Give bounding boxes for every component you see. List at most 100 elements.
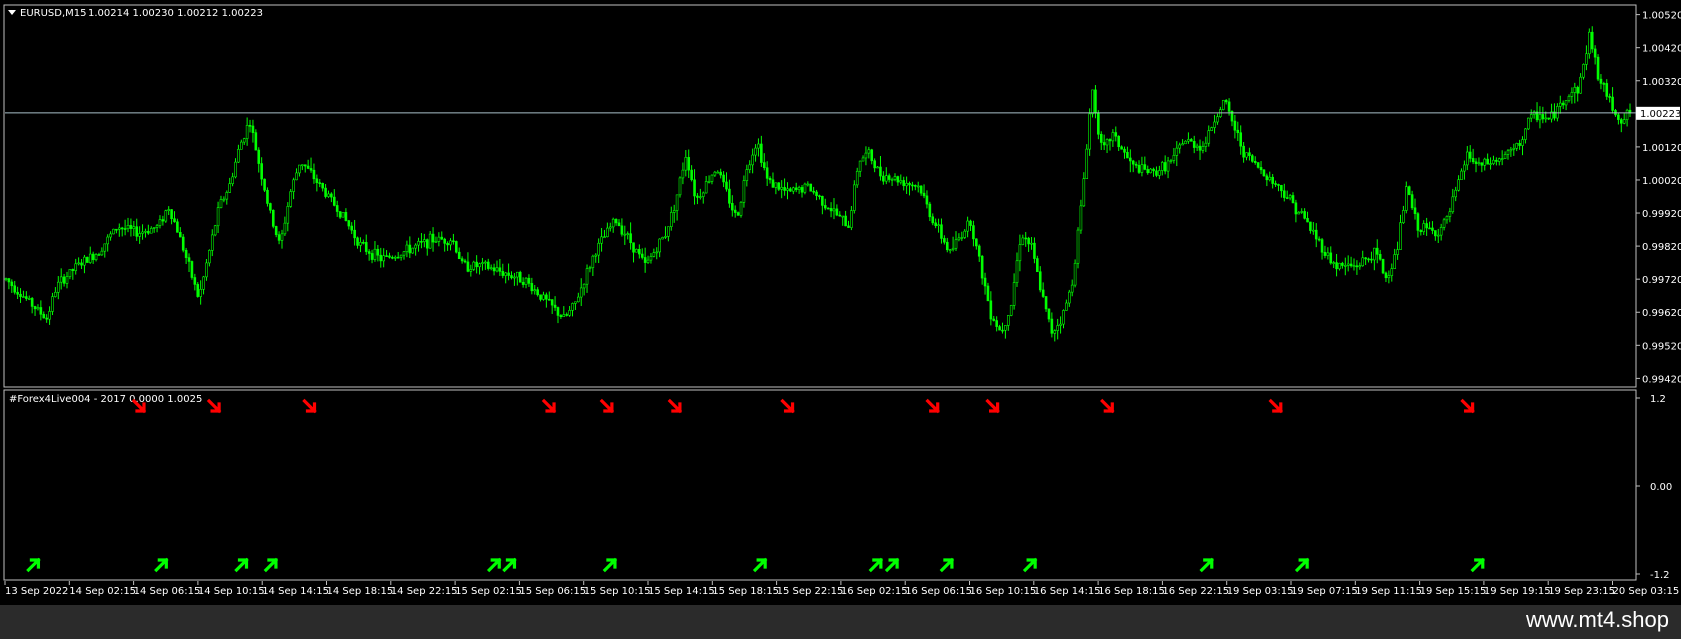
price-tick-label: 0.99820 [1642,242,1681,253]
candle-body [733,209,737,213]
candle-body [768,178,772,181]
candle-body [1527,117,1530,130]
candle-body [661,237,664,240]
candle-body [455,241,458,253]
candle-body [1181,143,1184,146]
candle-body [550,299,554,306]
candle-body [812,190,815,193]
candle-body [597,242,600,256]
time-tick-label: 15 Sep 14:15 [648,586,715,597]
candle-body [1166,160,1170,172]
candle-body [501,271,505,276]
candle-body [1558,102,1562,107]
candle-body [1097,112,1100,135]
candle-body [248,125,252,127]
candle-body [1152,168,1155,172]
candle-body [489,267,493,270]
candle-body [39,307,43,315]
candle-body [853,184,856,211]
time-tick-label: 19 Sep 19:15 [1484,586,1551,597]
candle-body [449,240,452,246]
candle-body [109,233,112,238]
candle-body [890,179,894,181]
candle-body [1451,196,1455,213]
candle-body [1227,101,1231,112]
candle-body [1178,144,1181,149]
candle-body [1564,100,1568,106]
candle-body [794,187,798,190]
candle-body [306,165,310,169]
candle-body [187,257,191,262]
candle-body [219,199,223,208]
candle-body [1529,114,1533,119]
candle-body [1509,149,1513,152]
candle-body [841,215,844,218]
candle-body [350,225,354,231]
candle-body [893,176,897,180]
candle-body [707,181,711,183]
candle-body [678,177,682,196]
candle-body [1518,143,1521,146]
candle-body [1044,296,1048,310]
candle-body [1259,167,1263,171]
candle-body [1253,161,1257,163]
candle-body [1387,275,1391,279]
candle-body [356,237,359,246]
candle-body [1120,146,1123,150]
candle-body [1163,162,1167,172]
candle-body [1582,64,1585,78]
current-price-label: 1.00223 [1640,109,1681,120]
indicator-scale[interactable]: 1.2 0.00 -1.2 [1636,394,1672,581]
candle-body [216,207,220,227]
time-tick-label: 16 Sep 22:15 [1162,586,1229,597]
candle-body [1378,254,1382,260]
candle-body [606,227,609,238]
candle-body [922,192,926,197]
candle-body [318,182,322,184]
candle-body [402,251,406,256]
candle-body [1094,89,1097,114]
candle-body [1497,158,1501,162]
candle-body [338,211,342,218]
candle-body [864,152,868,159]
candle-body [847,225,850,228]
candle-body [396,256,400,259]
candle-body [1332,262,1335,264]
candle-body [16,291,19,295]
candle-body [1489,163,1492,165]
candle-body [1282,190,1286,198]
price-scale[interactable]: 1.00520 1.00420 1.00320 1.00120 1.00020 0.999… [1636,11,1681,386]
candle-body [173,218,176,223]
candle-body [652,252,656,257]
candle-body [65,276,69,284]
candle-body [524,277,528,285]
candle-body [632,242,635,253]
candle-body [1617,114,1620,120]
candle-body [312,169,316,180]
candle-body [870,149,874,162]
candle-body [388,255,391,258]
candle-body [806,183,810,186]
candle-body [176,221,179,233]
candle-body [667,226,670,237]
candle-body [600,236,603,244]
indicator-pane[interactable] [3,389,1637,581]
time-axis[interactable]: 13 Sep 2022 14 Sep 02:1514 Sep 06:1514 Se… [4,581,1679,597]
candle-body [771,179,775,188]
candle-body [591,255,595,268]
price-tick-label: 0.99720 [1642,275,1681,286]
candle-body [208,250,211,264]
candle-body [1599,78,1603,84]
candle-body [86,256,89,263]
candle-body [568,310,571,316]
candle-body [1233,120,1237,131]
candle-body [1126,151,1129,159]
candle-body [1468,151,1472,159]
time-tick-label: 15 Sep 02:15 [455,586,522,597]
candle-body [472,261,476,270]
candle-body [411,247,415,254]
candle-body [303,164,307,167]
candle-body [757,143,760,149]
candle-body [980,255,984,279]
candle-body [1611,96,1614,111]
